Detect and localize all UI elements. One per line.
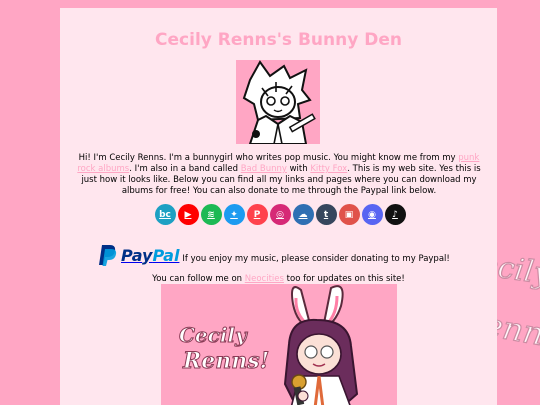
page-title: Cecily Renns's Bunny Den [155,30,402,50]
soundcloud-icon[interactable]: ☁ [292,204,314,225]
paypal-icon [99,245,117,266]
intro-part-2: . I'm also in a band called [129,164,241,174]
spotify-icon[interactable]: ≋ [200,204,222,225]
bandcamp-icon[interactable]: bc [154,204,176,225]
paypal-wordmark-pal: Pal [152,245,180,265]
banner-logo-line-2: Renns! [182,348,269,374]
intro-part-1: Hi! I'm Cecily Renns. I'm a bunnygirl wh… [78,153,459,163]
paypal-donate-link[interactable]: PayPal [98,244,179,266]
paypal-row: PayPal If you enjoy my music, please con… [98,236,478,266]
discord-icon[interactable]: ◉ [361,204,383,225]
paypal-wordmark-pay: Pay [121,245,153,265]
bluesky-icon[interactable]: ▣ [338,204,360,225]
youtube-icon[interactable]: ▶ [177,204,199,225]
twitter-icon[interactable]: ✦ [223,204,245,225]
follow-part-2: too for updates on this site! [283,274,405,284]
patreon-icon[interactable]: P [246,204,268,225]
banner-image: Cecily Renns! [161,284,397,405]
follow-part-1: You can follow me on [152,274,245,284]
instagram-icon[interactable]: ◎ [269,204,291,225]
intro-part-3: with [286,164,311,174]
neocities-link[interactable]: Neocities [245,274,284,284]
social-links: bc ▶ ≋ ✦ P ◎ ☁ t ▣ ◉ ♪ [140,204,420,226]
paypal-note: If you enjoy my music, please consider d… [182,254,450,264]
avatar [236,60,320,144]
banner-logo-line-1: Cecily [179,323,248,347]
main-panel: Cecily Renns's Bunny Den Hi! I'm Cecily … [60,8,497,405]
paypal-wordmark: PayPal [121,246,179,265]
intro-text: Hi! I'm Cecily Renns. I'm a bunnygirl wh… [70,153,488,197]
bad-bunny-link[interactable]: Bad Bunny [241,164,287,174]
kitty-fox-link[interactable]: Kitty Fox [310,164,347,174]
tiktok-icon[interactable]: ♪ [384,204,406,225]
follow-text: You can follow me on Neocities too for u… [60,274,497,284]
tumblr-icon[interactable]: t [315,204,337,225]
